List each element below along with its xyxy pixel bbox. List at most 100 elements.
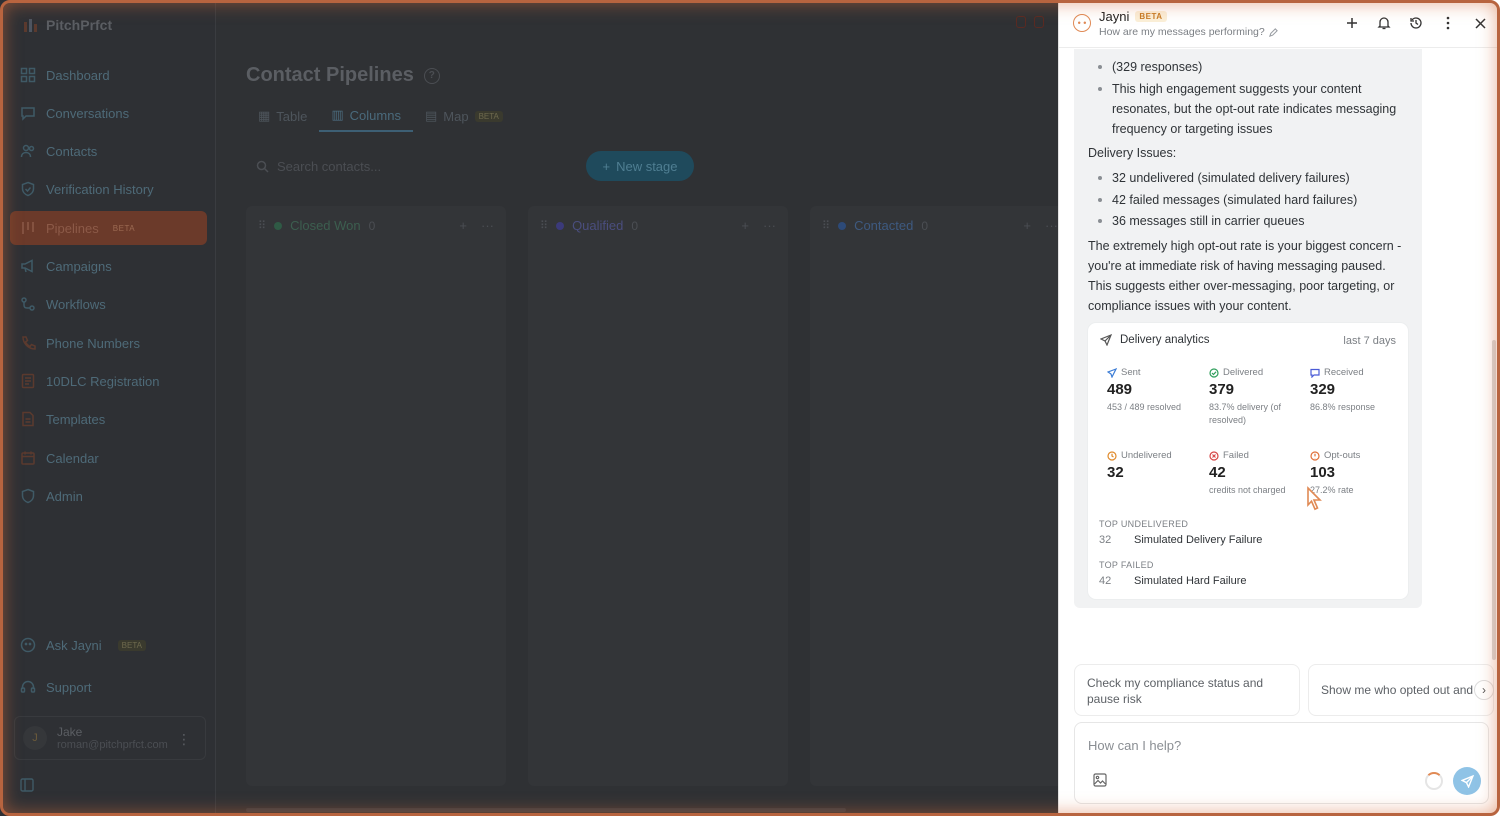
- sidebar-collapse-icon[interactable]: [20, 778, 34, 797]
- sidebar-item-label: Pipelines: [46, 220, 99, 236]
- sidebar-item-label: Templates: [46, 411, 106, 427]
- add-card-icon[interactable]: +: [459, 218, 467, 233]
- stage-column-qualified: ⠿ Qualified 0 + ···: [528, 206, 788, 786]
- megaphone-icon: [20, 258, 36, 274]
- jayni-icon: [20, 637, 36, 653]
- sidebar-item-admin[interactable]: Admin: [10, 479, 207, 513]
- sidebar-item-campaigns[interactable]: Campaigns: [10, 249, 207, 283]
- kebab-menu-icon[interactable]: ⋮: [177, 731, 191, 748]
- card-title: Delivery analytics: [1100, 334, 1209, 346]
- suggestion-chip[interactable]: Check my compliance status and pause ris…: [1074, 664, 1300, 716]
- sidebar-item-workflows[interactable]: Workflows: [10, 287, 207, 321]
- drag-handle-icon[interactable]: ⠿: [822, 219, 830, 232]
- delivery-issues-heading: Delivery Issues:: [1088, 146, 1177, 160]
- chevron-right-icon[interactable]: ›: [1474, 680, 1494, 700]
- registration-icon: [20, 373, 36, 389]
- search-contacts-input[interactable]: Search contacts...: [246, 152, 576, 180]
- reason-count: 32: [1099, 534, 1112, 546]
- new-stage-button[interactable]: + New stage: [586, 151, 694, 181]
- sidebar-item-label: Calendar: [46, 450, 99, 466]
- drag-handle-icon[interactable]: ⠿: [540, 219, 548, 232]
- admin-shield-icon: [20, 488, 36, 504]
- send-button[interactable]: [1453, 767, 1481, 795]
- chat-input[interactable]: [1088, 735, 1468, 755]
- sidebar-item-10dlc-registration[interactable]: 10DLC Registration: [10, 364, 207, 398]
- metric-note: 83.7% delivery (of resolved): [1209, 402, 1282, 425]
- users-icon: [20, 143, 36, 159]
- send-icon: [1100, 334, 1112, 346]
- add-card-icon[interactable]: +: [1023, 218, 1031, 233]
- sidebar-item-templates[interactable]: Templates: [10, 402, 207, 436]
- stage-count: 0: [368, 218, 376, 233]
- sidebar-item-ask-jayni[interactable]: Ask Jayni BETA: [10, 628, 207, 662]
- stage-color-dot: [556, 221, 565, 230]
- top-failed-row: 42 Simulated Hard Failure: [1099, 575, 1247, 587]
- main-content: Contact Pipelines ? ▦ Table ▥ Columns ▤ …: [216, 0, 1070, 816]
- tab-table[interactable]: ▦ Table: [246, 100, 319, 132]
- metric-label: Failed: [1223, 450, 1249, 461]
- history-icon[interactable]: [1407, 14, 1425, 32]
- sidebar-item-label: 10DLC Registration: [46, 373, 160, 389]
- metric-received: Received 329 86.8% response: [1310, 367, 1406, 414]
- sidebar-item-dashboard[interactable]: Dashboard: [10, 58, 207, 92]
- tab-label: Map: [443, 108, 469, 124]
- list-item: 42 failed messages (simulated hard failu…: [1088, 190, 1410, 210]
- conversation-title[interactable]: How are my messages performing?: [1099, 26, 1278, 38]
- chat-scrollbar[interactable]: [1492, 340, 1496, 660]
- drag-handle-icon[interactable]: ⠿: [258, 219, 266, 232]
- more-icon[interactable]: ···: [481, 218, 494, 233]
- metric-label: Delivered: [1223, 367, 1264, 378]
- suggestion-chips: Check my compliance status and pause ris…: [1074, 664, 1494, 716]
- sidebar-item-support[interactable]: Support: [10, 670, 207, 704]
- sidebar-item-label: Verification History: [46, 181, 154, 197]
- sidebar-item-label: Contacts: [46, 143, 98, 159]
- metric-undelivered: Undelivered 32: [1107, 450, 1203, 481]
- chat-messages[interactable]: (329 responses) This high engagement sug…: [1059, 49, 1500, 659]
- list-item: (329 responses): [1088, 57, 1410, 77]
- more-icon[interactable]: ···: [1045, 218, 1058, 233]
- search-placeholder: Search contacts...: [277, 158, 382, 174]
- sidebar-item-label: Ask Jayni: [46, 637, 102, 653]
- bullet-text: (329 responses): [1112, 60, 1203, 74]
- new-chat-icon[interactable]: [1343, 14, 1361, 32]
- tab-columns[interactable]: ▥ Columns: [319, 100, 413, 132]
- add-card-icon[interactable]: +: [741, 218, 749, 233]
- reason-count: 42: [1099, 575, 1112, 587]
- bullet-text: 36 messages still in carrier queues: [1112, 214, 1305, 228]
- sidebar-item-verification-history[interactable]: Verification History: [10, 172, 207, 206]
- stage-name: Qualified: [572, 218, 624, 233]
- tab-label: Columns: [349, 107, 401, 123]
- sidebar-item-calendar[interactable]: Calendar: [10, 441, 207, 475]
- top-undelivered-heading: TOP UNDELIVERED: [1099, 519, 1189, 529]
- alert-badge-icon[interactable]: [1016, 16, 1026, 28]
- sidebar-item-label: Workflows: [46, 296, 106, 312]
- metric-value: 32: [1107, 464, 1124, 481]
- stage-count: 0: [921, 218, 929, 233]
- sidebar-item-pipelines[interactable]: Pipelines BETA: [10, 211, 207, 245]
- metric-label: Undelivered: [1121, 450, 1172, 461]
- sidebar: PitchPrfct Dashboard Conversations Conta…: [0, 0, 216, 816]
- dashboard-icon: [20, 67, 36, 83]
- image-upload-icon[interactable]: [1093, 773, 1107, 787]
- bell-icon[interactable]: [1375, 14, 1393, 32]
- tab-map[interactable]: ▤ Map BETA: [413, 100, 515, 132]
- more-vertical-icon[interactable]: [1439, 14, 1457, 32]
- more-icon[interactable]: ···: [763, 218, 776, 233]
- metric-label: Opt-outs: [1324, 450, 1361, 461]
- sidebar-item-contacts[interactable]: Contacts: [10, 134, 207, 168]
- sidebar-item-conversations[interactable]: Conversations: [10, 96, 207, 130]
- card-title-text: Delivery analytics: [1120, 334, 1210, 346]
- help-icon[interactable]: ?: [423, 67, 440, 84]
- logo[interactable]: PitchPrfct: [22, 16, 112, 34]
- alert-badge-icon[interactable]: [1034, 16, 1044, 28]
- close-icon[interactable]: [1471, 14, 1489, 32]
- reason-text: Simulated Delivery Failure: [1134, 534, 1263, 546]
- sidebar-item-phone-numbers[interactable]: Phone Numbers: [10, 326, 207, 360]
- sidebar-item-label: Conversations: [46, 105, 130, 121]
- horizontal-scrollbar[interactable]: [246, 808, 846, 812]
- user-card[interactable]: J Jake roman@pitchprfct.com ⋮: [14, 716, 206, 760]
- user-name: Jake: [57, 725, 83, 739]
- pencil-icon[interactable]: [1268, 27, 1278, 37]
- suggestion-chip[interactable]: Show me who opted out and: [1308, 664, 1494, 716]
- jayni-avatar-icon: • •: [1073, 14, 1091, 32]
